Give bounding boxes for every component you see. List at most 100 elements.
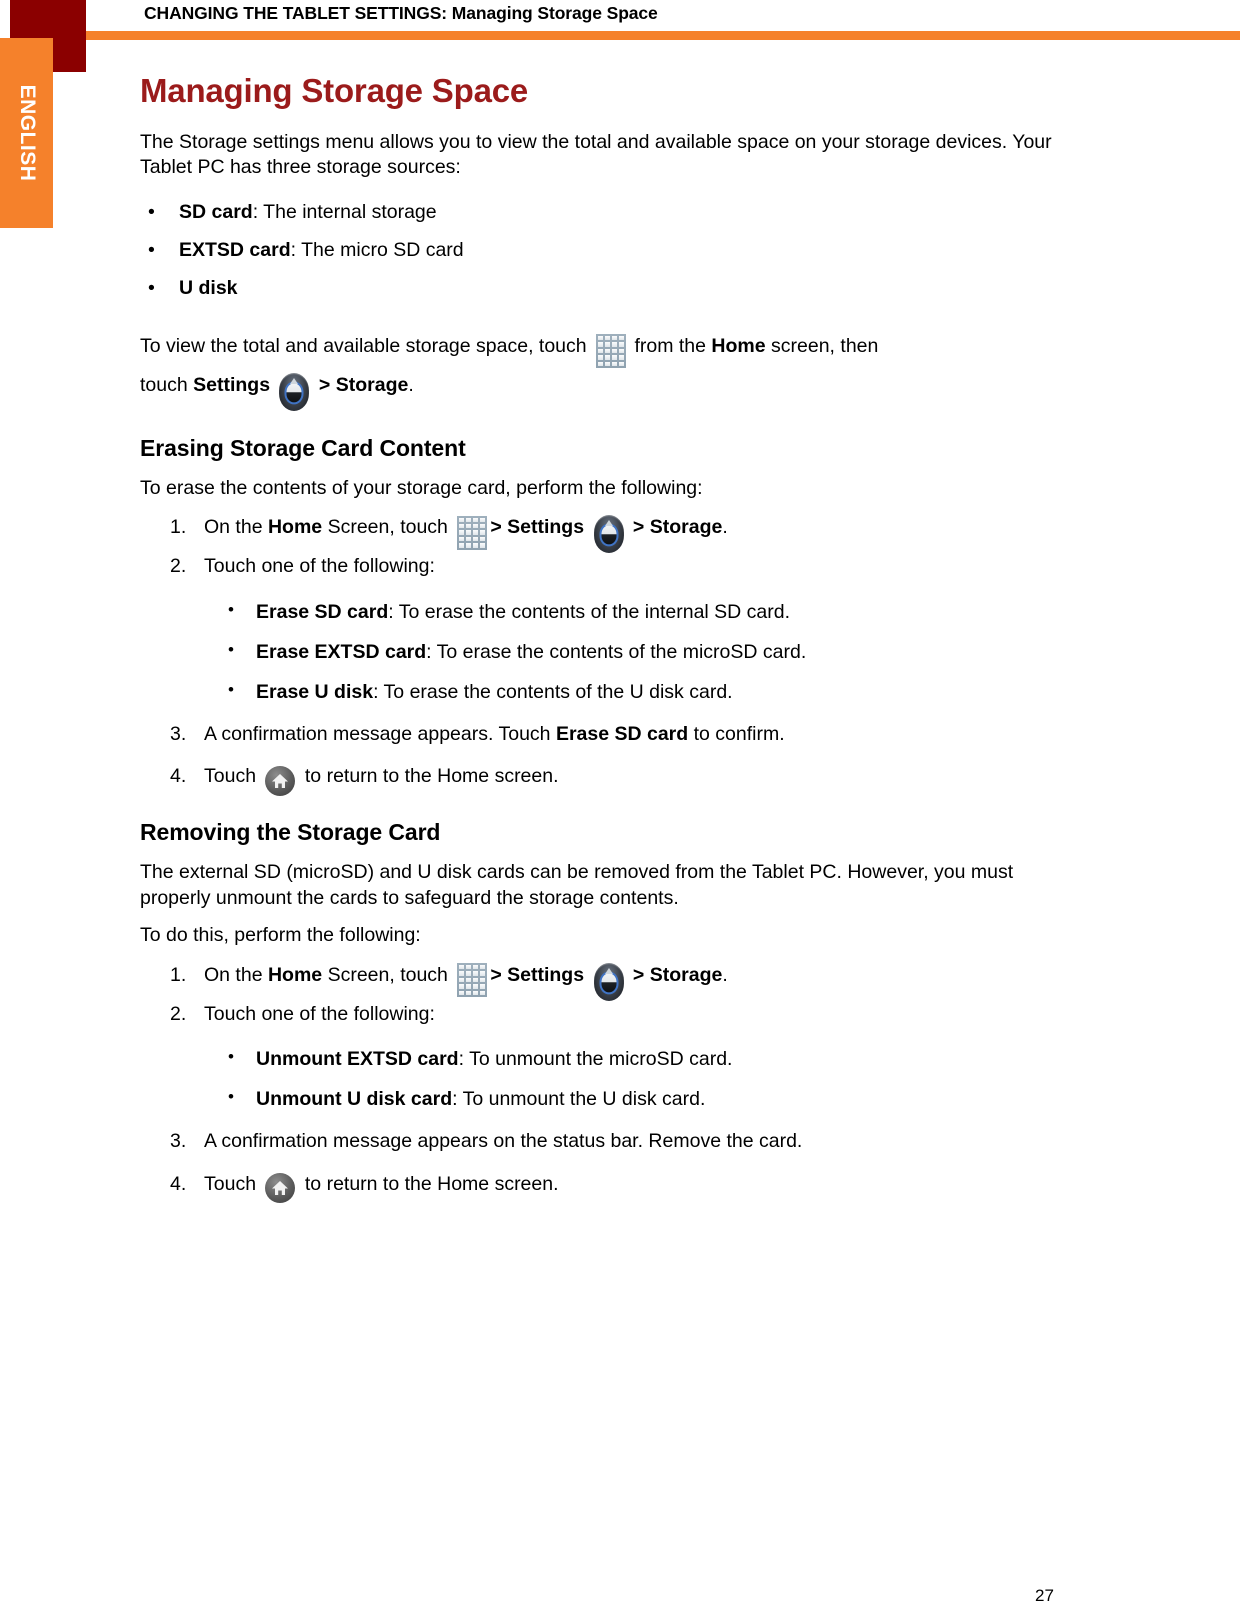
removing-steps: 1. On the Home Screen, touch > Settings … (140, 962, 1080, 1204)
step-text: to confirm. (693, 722, 785, 745)
step-text: Touch one of the following: (204, 555, 435, 578)
source-term: EXTSD card (179, 238, 291, 261)
step-number: 1. (170, 516, 187, 539)
option-term: Erase EXTSD card (256, 640, 427, 663)
source-term: U disk (179, 276, 238, 299)
step-text: to return to the Home screen. (304, 765, 559, 788)
running-header: CHANGING THE TABLET SETTINGS: Managing S… (144, 3, 658, 23)
step-item: 3. A confirmation message appears. Touch… (140, 719, 1080, 751)
page-title: Managing Storage Space (140, 72, 529, 109)
step-item: 1. On the Home Screen, touch > Settings … (140, 515, 1080, 554)
option-term: Erase U disk (256, 680, 374, 703)
list-item: SD card: The internal storage (140, 193, 1080, 231)
instruction-text: from the (634, 334, 706, 357)
header-rule (86, 31, 1240, 40)
storage-bold: Storage (649, 963, 723, 986)
step-item: 4. Touch to return to the Home screen. (140, 1172, 1080, 1204)
step-number: 1. (170, 963, 187, 986)
erase-options-list: Erase SD card: To erase the contents of … (204, 593, 1080, 713)
list-item: Erase EXTSD card: To erase the contents … (204, 633, 1080, 673)
home-icon (265, 765, 296, 796)
settings-bold: Settings (507, 963, 585, 986)
intro-paragraph: The Storage settings menu allows you to … (140, 131, 1052, 179)
list-item: U disk (140, 269, 1080, 307)
option-desc: : To unmount the U disk card. (452, 1088, 706, 1111)
step-text: Touch (204, 1172, 257, 1195)
settings-bold: Settings (193, 373, 271, 396)
step-item: 3. A confirmation message appears on the… (140, 1126, 1080, 1158)
option-term: Erase SD card (256, 600, 389, 623)
list-item: EXTSD card: The micro SD card (140, 231, 1080, 269)
step-text: On the (204, 516, 263, 539)
storage-bold: Storage (649, 516, 723, 539)
option-desc: : To erase the contents of the internal … (388, 600, 791, 623)
step-number: 2. (170, 555, 187, 578)
step-item: 4. Touch to return to the Home screen. (140, 764, 1080, 796)
step-number: 2. (170, 1002, 187, 1025)
chevron-separator: > (632, 963, 645, 986)
home-bold: Home (267, 516, 323, 539)
instruction-text: To view the total and available storage … (140, 334, 587, 357)
step-text: Screen, touch (327, 516, 448, 539)
source-term: SD card (179, 200, 253, 223)
option-desc: : To erase the contents of the U disk ca… (373, 680, 733, 703)
period: . (408, 373, 414, 396)
language-tab-label: ENGLISH (15, 84, 39, 182)
section-lead-2: To do this, perform the following: (140, 924, 421, 947)
section-heading-removing: Removing the Storage Card (140, 819, 441, 846)
step-number: 4. (170, 765, 187, 788)
document-page: ENGLISH CHANGING THE TABLET SETTINGS: Ma… (0, 0, 1240, 1618)
section-lead: The external SD (microSD) and U disk car… (140, 861, 1014, 909)
view-storage-instruction: To view the total and available storage … (140, 327, 1080, 411)
step-item: 2. Touch one of the following: Erase SD … (140, 551, 1080, 712)
home-bold: Home (267, 963, 323, 986)
home-icon (265, 1173, 296, 1204)
settings-bold: Settings (507, 516, 585, 539)
step-text: Screen, touch (327, 963, 448, 986)
settings-gear-icon (279, 372, 310, 411)
content-column: Managing Storage Space The Storage setti… (140, 72, 1080, 1207)
step-text: Touch (204, 765, 257, 788)
option-desc: : To unmount the microSD card. (458, 1048, 733, 1071)
language-tab: ENGLISH (0, 38, 53, 228)
apps-grid-icon (457, 963, 488, 998)
unmount-options-list: Unmount EXTSD card: To unmount the micro… (204, 1040, 1080, 1120)
settings-gear-icon (593, 962, 624, 1001)
step-item: 1. On the Home Screen, touch > Settings … (140, 962, 1080, 1001)
step-number: 3. (170, 1130, 187, 1153)
list-item: Unmount U disk card: To unmount the U di… (204, 1080, 1080, 1120)
period: . (722, 516, 728, 539)
chevron-separator: > (632, 516, 645, 539)
apps-grid-icon (457, 515, 488, 550)
step-number: 4. (170, 1172, 187, 1195)
source-desc: : The micro SD card (290, 238, 464, 261)
step-text: A confirmation message appears. Touch (204, 722, 551, 745)
option-term: Unmount EXTSD card (256, 1048, 459, 1071)
apps-grid-icon (596, 334, 627, 369)
option-term: Unmount U disk card (256, 1088, 453, 1111)
list-item: Erase SD card: To erase the contents of … (204, 593, 1080, 633)
source-desc: : The internal storage (252, 200, 437, 223)
storage-bold: Storage (335, 373, 409, 396)
period: . (722, 963, 728, 986)
list-item: Erase U disk: To erase the contents of t… (204, 673, 1080, 713)
chevron-separator: > (318, 373, 331, 396)
step-text: to return to the Home screen. (304, 1172, 559, 1195)
chevron-separator: > (490, 516, 502, 539)
section-heading-erasing: Erasing Storage Card Content (140, 434, 466, 461)
page-number: 27 (1035, 1586, 1054, 1605)
storage-sources-list: SD card: The internal storage EXTSD card… (140, 193, 1080, 307)
step-text: On the (204, 963, 263, 986)
list-item: Unmount EXTSD card: To unmount the micro… (204, 1040, 1080, 1080)
option-desc: : To erase the contents of the microSD c… (426, 640, 807, 663)
erasing-steps: 1. On the Home Screen, touch > Settings … (140, 515, 1080, 796)
instruction-text: screen, then (771, 334, 879, 357)
settings-gear-icon (593, 515, 624, 554)
erase-sd-bold: Erase SD card (555, 722, 689, 745)
section-lead: To erase the contents of your storage ca… (140, 476, 703, 499)
step-number: 3. (170, 722, 187, 745)
step-text: A confirmation message appears on the st… (204, 1130, 803, 1153)
home-bold: Home (711, 334, 766, 357)
chevron-separator: > (490, 963, 502, 986)
step-item: 2. Touch one of the following: Unmount E… (140, 999, 1080, 1121)
